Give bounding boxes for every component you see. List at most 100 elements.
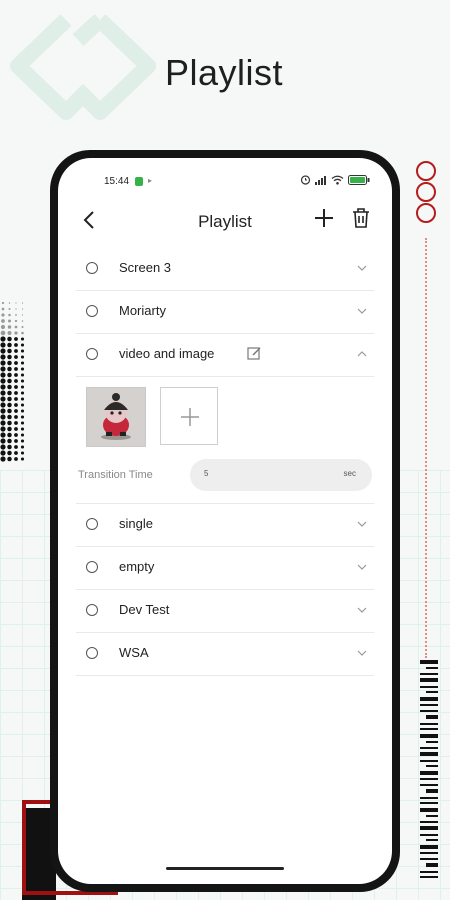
halftone-dot [7,390,12,396]
halftone-dot [14,457,18,461]
chevron-down-icon[interactable] [356,647,368,659]
halftone-dot [21,320,24,322]
playlist-row-expanded[interactable]: video and image [76,334,374,377]
add-media-button[interactable] [160,387,218,445]
halftone-dot [7,336,12,342]
select-radio[interactable] [86,604,98,616]
playlist-row[interactable]: empty [76,547,374,590]
playlist-details-panel: Transition Time 5 sec [76,377,374,504]
halftone-dot [7,414,12,420]
select-radio[interactable] [86,561,98,573]
halftone-dot [0,390,6,396]
halftone-dot [20,385,25,389]
select-radio[interactable] [86,518,98,530]
barcode-bar [420,858,438,860]
chevron-down-icon[interactable] [356,518,368,530]
halftone-dot [14,373,18,377]
barcode-bar [420,697,438,701]
halftone-dot [20,421,25,425]
edit-icon[interactable] [246,345,262,361]
barcode-bar [426,815,438,817]
halftone-dot [14,319,18,323]
playlist-row[interactable]: Moriarty [76,291,374,334]
barcode-bar [420,802,438,804]
halftone-dot [15,302,17,304]
chevron-down-icon[interactable] [356,561,368,573]
halftone-dot [0,408,6,414]
halftone-dot [14,349,18,353]
halftone-dot [20,403,25,407]
plus-icon [315,209,333,227]
halftone-dot [14,355,18,359]
halftone-dot [8,319,11,323]
halftone-dot [0,456,6,462]
halftone-dot [14,397,18,401]
halftone-dot [0,384,6,390]
select-radio[interactable] [86,348,98,360]
chevron-down-icon[interactable] [356,262,368,274]
halftone-dot [21,325,24,329]
select-radio[interactable] [86,305,98,317]
halftone-dot [0,354,6,360]
halftone-dot [20,445,25,449]
status-time: 15:44 [104,176,130,187]
halftone-dot [14,445,18,449]
halftone-dot [20,409,25,413]
dot-pattern [0,300,28,465]
barcode-bar [420,752,438,756]
battery-icon [348,174,370,185]
wifi-icon [331,175,344,185]
halftone-dot [20,337,25,341]
add-playlist-button[interactable] [312,206,336,230]
transition-time-input[interactable]: 5 sec [190,459,372,491]
halftone-dot [14,379,18,383]
status-icons [300,174,370,185]
barcode-bar [420,710,438,712]
halftone-dot [7,420,12,426]
playlist-row[interactable]: WSA [76,633,374,676]
halftone-dot [1,307,5,311]
halftone-dot [0,348,6,354]
barcode-bar [420,784,438,786]
halftone-dot [20,427,25,431]
halftone-dot [21,302,24,304]
halftone-dot [0,372,6,378]
playlist-name: single [119,516,153,531]
playlist-row[interactable]: Screen 3 [76,248,374,291]
barcode-bar [426,789,438,793]
halftone-dot [0,402,6,408]
halftone-dot [20,367,25,371]
playlist-row[interactable]: Dev Test [76,590,374,633]
halftone-dot [20,379,25,383]
halftone-dot [20,391,25,395]
halftone-dot [7,450,12,456]
halftone-dot [14,325,18,329]
barcode-bar [426,863,438,867]
delete-button[interactable] [350,206,372,230]
halftone-dot [7,402,12,408]
home-indicator[interactable] [166,867,284,870]
halftone-dot [1,313,5,317]
chevron-down-icon[interactable] [356,604,368,616]
chevron-up-icon[interactable] [356,348,368,360]
dotted-line [425,238,427,658]
media-thumbnail[interactable] [86,387,146,447]
halftone-dot [14,343,18,347]
halftone-dot [15,308,17,310]
barcode-bar [420,852,438,854]
halftone-dot [7,325,12,329]
halftone-dot [0,450,6,456]
playlist-name: video and image [119,346,215,361]
halftone-dot [14,385,18,389]
chevron-down-icon[interactable] [356,305,368,317]
playlist-name: WSA [119,645,149,660]
select-radio[interactable] [86,647,98,659]
halftone-dot [1,301,5,305]
playlist-list: Screen 3 Moriarty video and image Transi… [76,248,374,676]
halftone-dot [0,342,6,348]
select-radio[interactable] [86,262,98,274]
halftone-dot [14,337,18,341]
barcode-bar [420,845,438,849]
playlist-row[interactable]: single [76,504,374,547]
hero-title: Playlist [165,52,284,93]
